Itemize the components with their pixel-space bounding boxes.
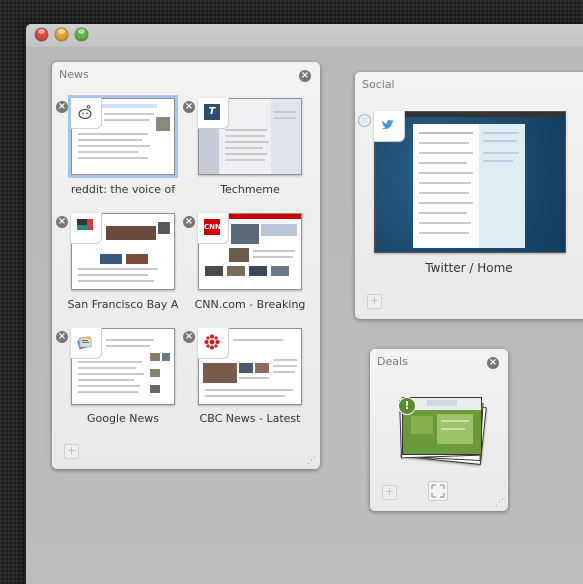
new-tab-button[interactable]: + — [367, 294, 382, 309]
window-minimize-button[interactable] — [55, 28, 68, 41]
window-zoom-button[interactable] — [75, 28, 88, 41]
tab-close-icon[interactable]: × — [183, 331, 195, 343]
group-title[interactable]: Deals — [377, 355, 408, 368]
tab-close-icon[interactable]: × — [358, 114, 371, 127]
tab-title: reddit: the voice of — [70, 183, 176, 196]
tab-title: CBC News - Latest — [199, 412, 301, 425]
expand-icon[interactable] — [428, 481, 448, 501]
group-title[interactable]: Social — [362, 78, 395, 91]
google-news-icon — [77, 334, 93, 350]
tab-stack[interactable]: ! — [398, 397, 487, 466]
group-close-icon[interactable]: × — [299, 70, 311, 82]
tab-title: CNN.com - Breaking — [194, 298, 306, 311]
new-tab-button[interactable]: + — [64, 444, 79, 459]
tab-group-deals[interactable]: Deals × ! + ⋰ — [370, 349, 508, 511]
tab-close-icon[interactable]: × — [183, 216, 195, 228]
group-title[interactable]: News — [59, 68, 89, 81]
tab-close-icon[interactable]: × — [56, 101, 68, 113]
group-close-icon[interactable]: × — [487, 357, 499, 369]
tab-group-news[interactable]: News × × reddit: the voice of T × Techme… — [52, 62, 320, 469]
reddit-alien-icon — [77, 104, 93, 120]
cnn-icon: CNN — [204, 219, 221, 235]
tab-group-social[interactable]: Social × Twitter / Home + — [355, 72, 583, 319]
techmeme-icon: T — [204, 104, 220, 120]
cbc-gem-icon — [204, 334, 220, 350]
tab-close-icon[interactable]: × — [183, 101, 195, 113]
tab-title: San Francisco Bay A — [67, 298, 179, 311]
window-close-button[interactable] — [35, 28, 48, 41]
browser-window: News × × reddit: the voice of T × Techme… — [26, 24, 583, 584]
resize-handle[interactable]: ⋰ — [307, 456, 317, 466]
new-tab-button[interactable]: + — [382, 485, 397, 500]
tab-title: Techmeme — [220, 183, 280, 196]
tab-title: Google News — [86, 412, 159, 425]
tab-title: Twitter / Home — [425, 261, 513, 275]
deals-favicon-icon: ! — [398, 397, 416, 415]
sfgate-icon — [77, 219, 93, 235]
tab-close-icon[interactable]: × — [56, 216, 68, 228]
twitter-bird-icon — [380, 117, 396, 133]
resize-handle[interactable]: ⋰ — [495, 498, 505, 508]
tab-close-icon[interactable]: × — [56, 331, 68, 343]
